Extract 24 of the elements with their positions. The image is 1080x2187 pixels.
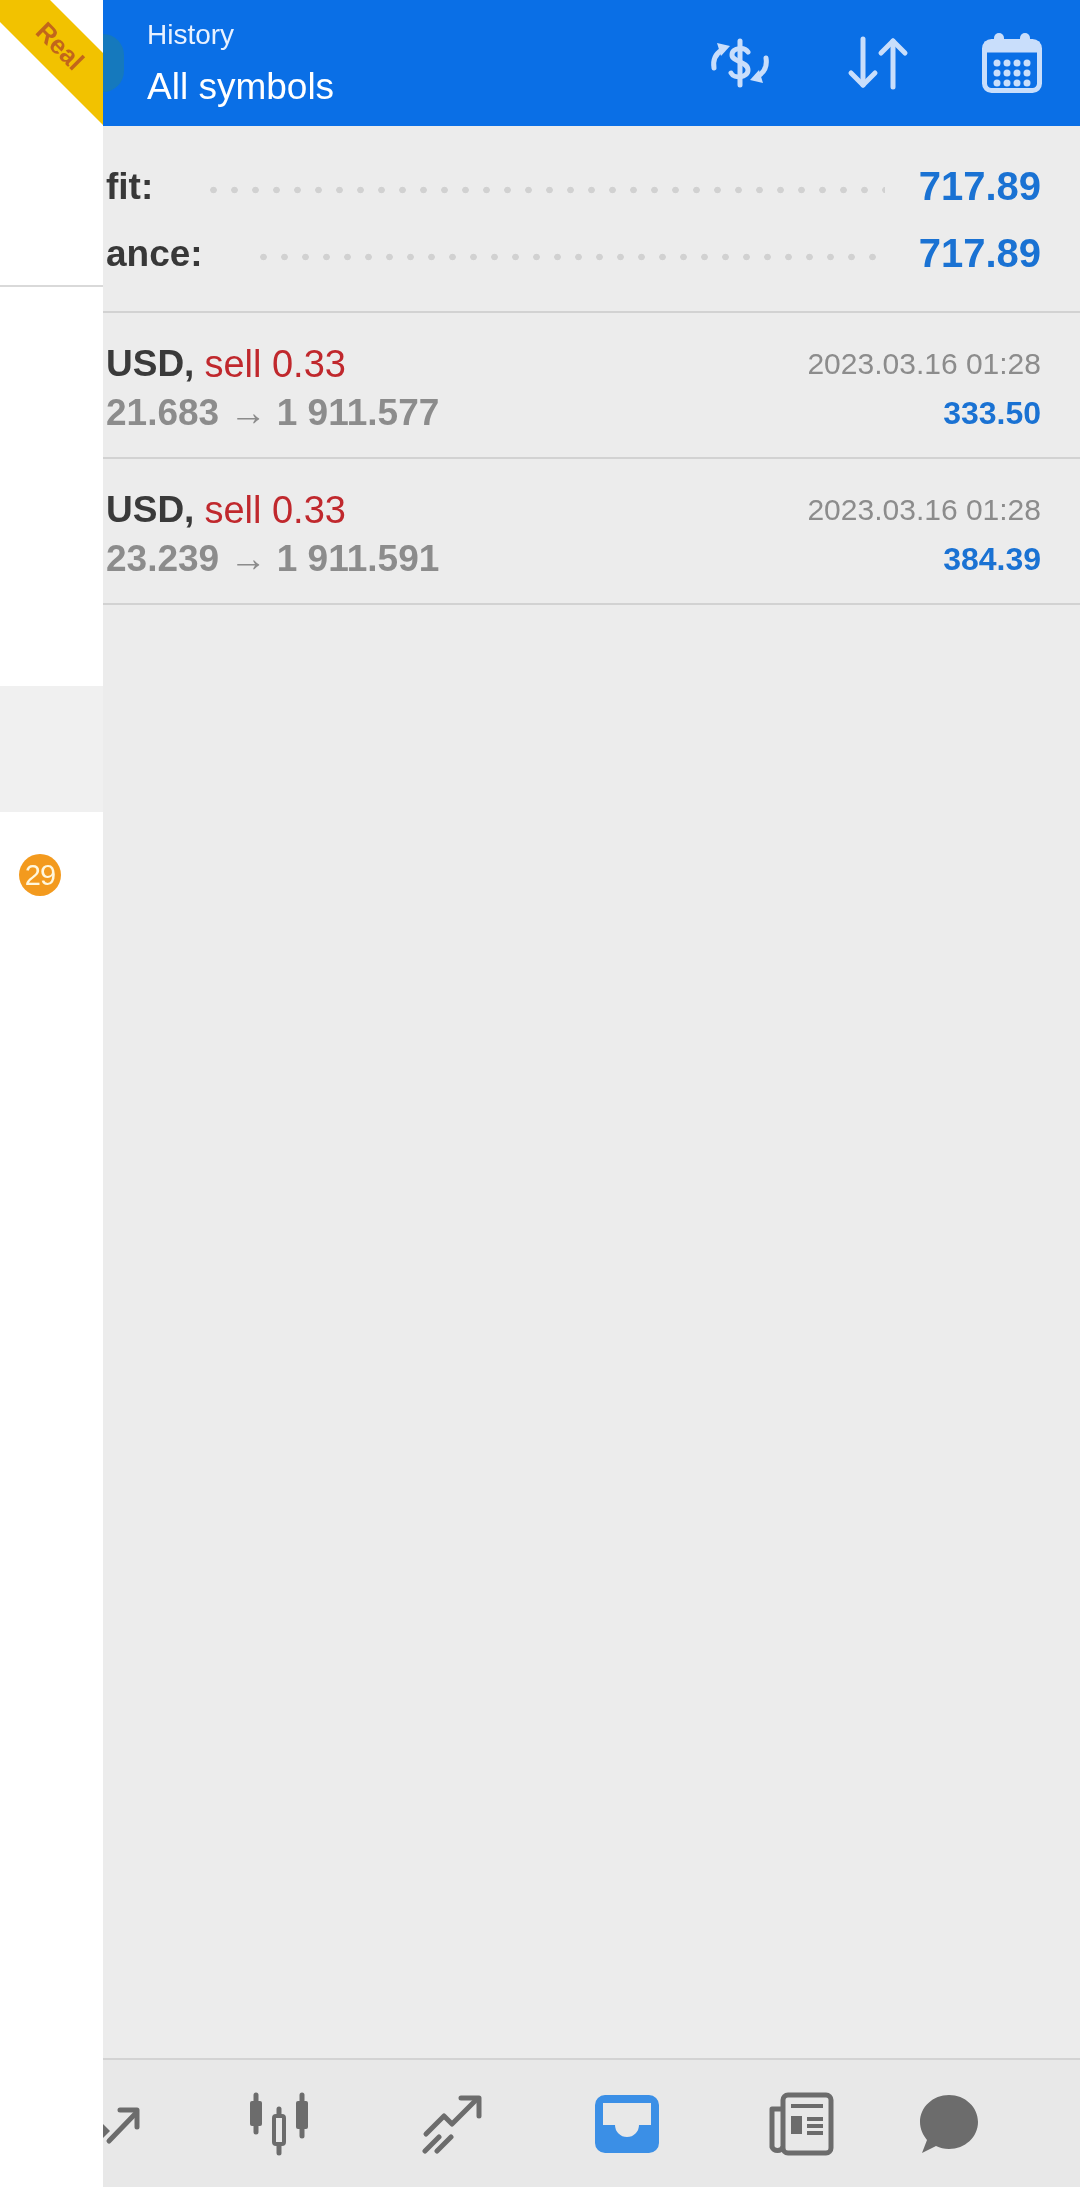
trade-profit: 384.39 (943, 540, 1041, 579)
notification-badge: 29 (19, 854, 61, 896)
summary-value: 717.89 (918, 231, 1041, 276)
symbol-label: USD, (106, 488, 195, 532)
logo-icon (103, 34, 124, 92)
summary-value: 717.89 (918, 164, 1041, 209)
chat-bubble-icon[interactable] (918, 2092, 980, 2155)
newspaper-icon[interactable] (768, 2091, 834, 2156)
price-range: 21.683 → 1 911.577 (106, 391, 440, 435)
inbox-tray-icon[interactable] (595, 2094, 659, 2153)
trade-row[interactable]: USD, sell 0.33 23.239 → 1 911.591 2023.03.16 01:28 384.39 (103, 459, 1080, 605)
trade-profit: 333.50 (943, 394, 1041, 433)
calendar-icon[interactable] (981, 32, 1043, 94)
symbol-label: USD, (106, 342, 195, 386)
order-side-label: sell 0.33 (204, 342, 346, 387)
page-title: All symbols (147, 65, 335, 109)
trade-row[interactable]: USD, sell 0.33 21.683 → 1 911.577 2023.03.16 01:28 333.50 (103, 313, 1080, 459)
summary-label: ance: (106, 232, 203, 275)
summary-label: fit: (106, 165, 154, 208)
trade-time: 2023.03.16 01:28 (807, 346, 1041, 382)
section-title: History (147, 18, 236, 52)
order-side-label: sell 0.33 (204, 488, 346, 533)
price-range: 23.239 → 1 911.591 (106, 537, 440, 581)
trade-time: 2023.03.16 01:28 (807, 492, 1041, 528)
